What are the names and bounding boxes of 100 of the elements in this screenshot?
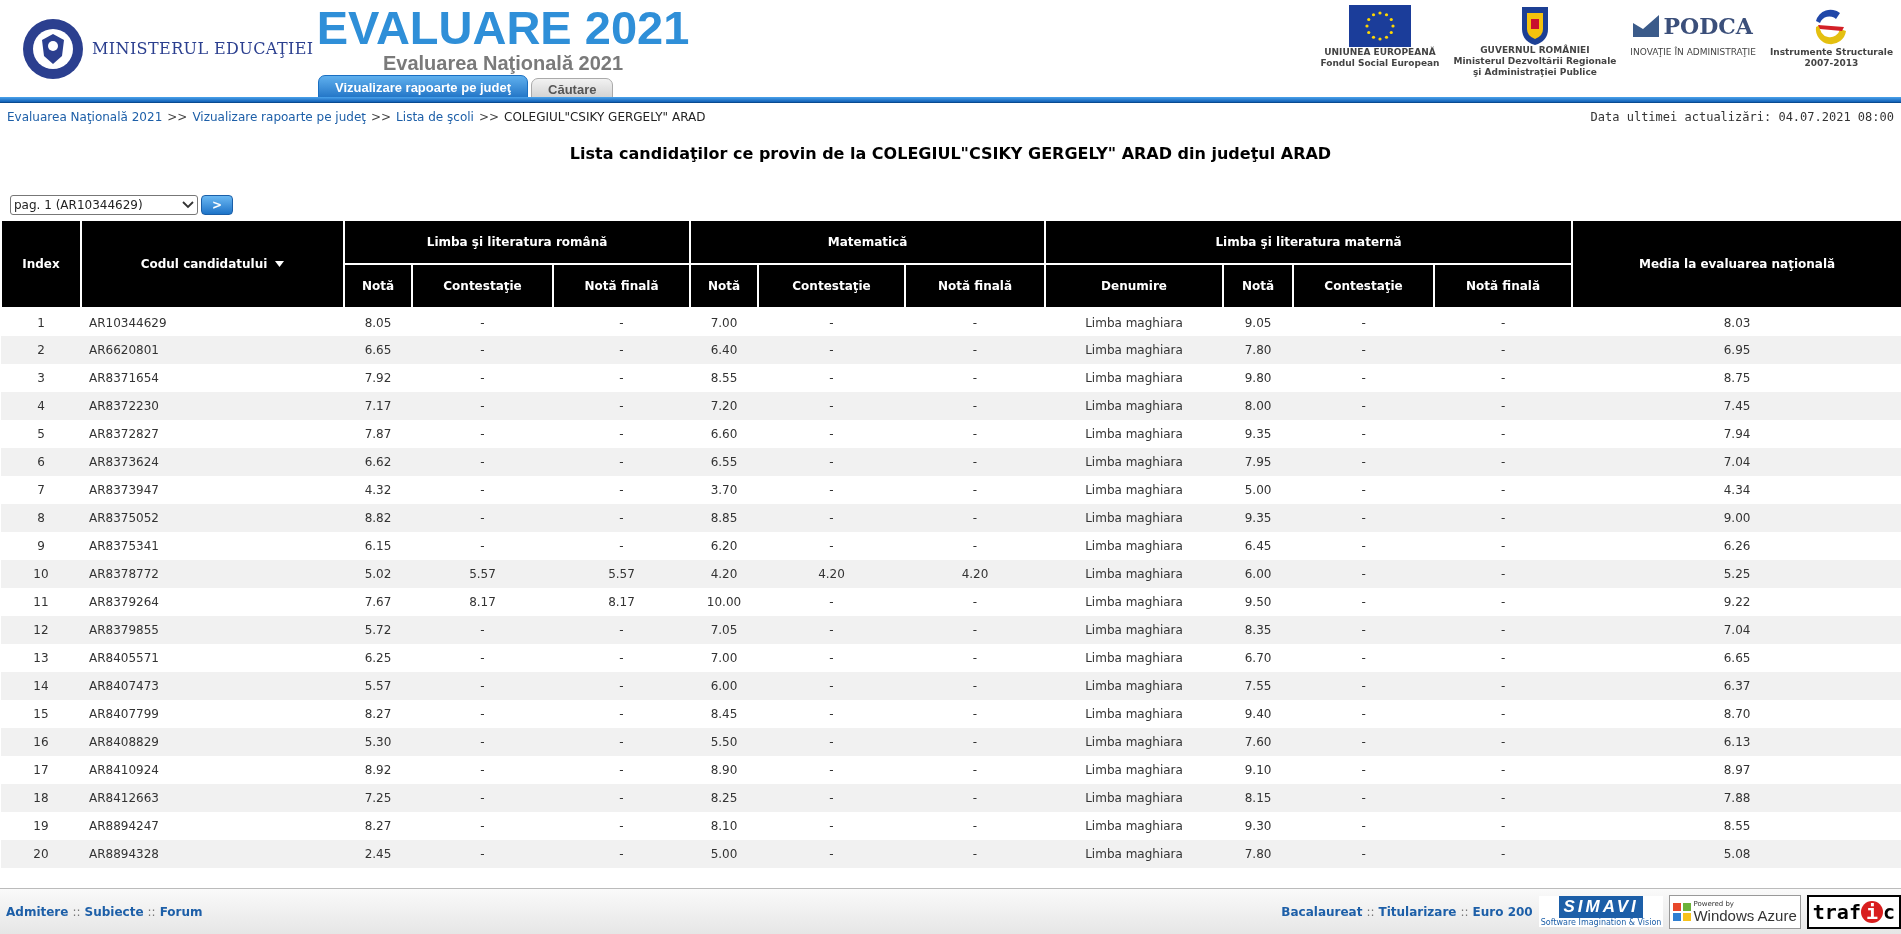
table-cell: - — [758, 476, 906, 504]
table-cell: 5.08 — [1572, 840, 1901, 868]
footer-link[interactable]: Euro 200 — [1472, 902, 1533, 921]
table-cell: - — [1434, 672, 1573, 700]
table-cell: 8.27 — [344, 700, 412, 728]
table-cell: 7.05 — [690, 616, 759, 644]
table-cell: AR10344629 — [81, 308, 344, 336]
table-cell: - — [1293, 504, 1435, 532]
table-cell: 9.35 — [1223, 504, 1294, 532]
last-update-text: Data ultimei actualizări: 04.07.2021 08:00 — [1590, 109, 1894, 126]
table-cell: - — [553, 728, 691, 756]
table-cell: 9.00 — [1572, 504, 1901, 532]
breadcrumb-link[interactable]: Lista de şcoli — [396, 108, 474, 126]
footer-link[interactable]: Subiecte — [84, 902, 144, 921]
table-cell: AR8407799 — [81, 700, 344, 728]
table-cell: - — [1434, 728, 1573, 756]
table-cell: 19 — [1, 812, 81, 840]
table-cell: - — [758, 784, 906, 812]
table-cell: - — [1293, 756, 1435, 784]
column-header: Notă — [344, 264, 412, 308]
table-cell: - — [905, 448, 1046, 476]
footer-link[interactable]: Forum — [159, 902, 203, 921]
podca-mark-icon — [1633, 15, 1660, 37]
table-cell: 9.35 — [1223, 420, 1294, 448]
table-cell: - — [1293, 420, 1435, 448]
table-cell: - — [905, 728, 1046, 756]
table-cell: - — [905, 672, 1046, 700]
table-cell: - — [412, 784, 553, 812]
table-cell: - — [758, 728, 906, 756]
table-cell: 9 — [1, 532, 81, 560]
table-cell: 5.02 — [344, 560, 412, 588]
table-cell: - — [1434, 308, 1573, 336]
table-cell: - — [1293, 672, 1435, 700]
table-cell: 8.17 — [412, 588, 553, 616]
table-cell: 7 — [1, 476, 81, 504]
footer-link[interactable]: Titularizare — [1378, 902, 1457, 921]
coat-of-arms-icon — [1519, 5, 1550, 45]
breadcrumb-separator: >> — [167, 109, 188, 126]
table-cell: AR8375052 — [81, 504, 344, 532]
table-cell: AR8378772 — [81, 560, 344, 588]
table-cell: Limba maghiara — [1045, 672, 1224, 700]
logo-caption: Fondul Social European — [1320, 58, 1440, 69]
table-cell: 7.55 — [1223, 672, 1294, 700]
table-cell: - — [1293, 448, 1435, 476]
breadcrumb-link[interactable]: Evaluarea Naţională 2021 — [7, 108, 163, 126]
table-cell: - — [1434, 560, 1573, 588]
table-cell: 5.00 — [1223, 476, 1294, 504]
column-header: Notă — [1223, 264, 1294, 308]
table-cell: - — [1293, 476, 1435, 504]
table-cell: - — [1293, 644, 1435, 672]
table-cell: AR8408829 — [81, 728, 344, 756]
table-cell: AR8371654 — [81, 364, 344, 392]
table-cell: - — [758, 756, 906, 784]
breadcrumb-link[interactable]: Vizualizare rapoarte pe judeţ — [192, 108, 366, 126]
breadcrumb-separator: >> — [371, 109, 392, 126]
table-cell: 10.00 — [690, 588, 759, 616]
column-header: Notă — [690, 264, 759, 308]
table-cell: 7.92 — [344, 364, 412, 392]
table-cell: 6.00 — [690, 672, 759, 700]
logo-caption: INOVAŢIE ÎN ADMINISTRAŢIE — [1630, 47, 1756, 58]
go-button[interactable]: > — [201, 195, 233, 215]
table-cell: - — [758, 308, 906, 336]
table-cell: 5.50 — [690, 728, 759, 756]
table-cell: - — [758, 672, 906, 700]
table-cell: 10 — [1, 560, 81, 588]
table-cell: - — [905, 504, 1046, 532]
table-cell: 8.05 — [344, 308, 412, 336]
logo-caption: Instrumente Structurale — [1769, 47, 1893, 58]
table-cell: AR8407473 — [81, 672, 344, 700]
footer-link[interactable]: Admitere — [6, 902, 69, 921]
chevron-down-icon — [182, 201, 194, 209]
page-select[interactable]: pag. 1 (AR10344629) — [10, 195, 198, 215]
footer-link[interactable]: Bacalaureat — [1281, 902, 1363, 921]
table-cell: Limba maghiara — [1045, 756, 1224, 784]
table-cell: Limba maghiara — [1045, 448, 1224, 476]
table-cell: AR8405571 — [81, 644, 344, 672]
table-cell: 7.87 — [344, 420, 412, 448]
table-cell: - — [553, 364, 691, 392]
column-header: Notă finală — [1434, 264, 1573, 308]
table-cell: Limba maghiara — [1045, 476, 1224, 504]
table-cell: - — [553, 784, 691, 812]
table-cell: - — [412, 644, 553, 672]
table-cell: - — [1434, 616, 1573, 644]
table-cell: 7.45 — [1572, 392, 1901, 420]
table-cell: - — [553, 504, 691, 532]
table-cell: 8.25 — [690, 784, 759, 812]
table-cell: Limba maghiara — [1045, 420, 1224, 448]
table-cell: - — [412, 504, 553, 532]
table-cell: Limba maghiara — [1045, 364, 1224, 392]
table-cell: 8.45 — [690, 700, 759, 728]
table-cell: 5.30 — [344, 728, 412, 756]
table-cell: - — [412, 728, 553, 756]
logo-text: PODCA — [1663, 15, 1753, 37]
table-cell: - — [1434, 392, 1573, 420]
table-cell: 7.80 — [1223, 840, 1294, 868]
column-header[interactable]: Codul candidatului — [81, 220, 344, 308]
table-cell: 6.60 — [690, 420, 759, 448]
table-cell: - — [905, 644, 1046, 672]
table-cell: 6.00 — [1223, 560, 1294, 588]
table-cell: Limba maghiara — [1045, 392, 1224, 420]
